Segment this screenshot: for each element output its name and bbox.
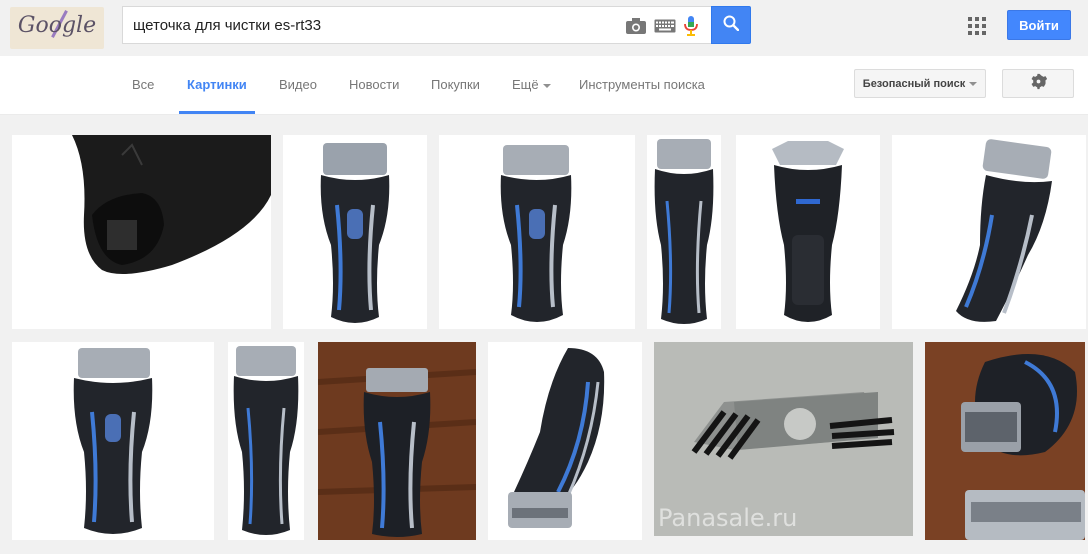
logo-lettering: Google — [17, 13, 97, 38]
image-result[interactable] — [228, 342, 304, 540]
tab-search-tools[interactable]: Инструменты поиска — [579, 77, 705, 92]
camera-icon[interactable] — [625, 17, 647, 35]
image-results-grid: Panasale.ru — [0, 116, 1088, 554]
image-result[interactable] — [12, 135, 271, 329]
tab-all[interactable]: Все — [132, 77, 154, 92]
tab-shopping[interactable]: Покупки — [431, 77, 480, 92]
search-tabs-bar: Все Картинки Видео Новости Покупки Ещё И… — [0, 56, 1088, 115]
microphone-icon[interactable] — [683, 15, 699, 37]
apps-grid-icon[interactable] — [967, 16, 987, 36]
search-query[interactable]: щеточка для чистки es-rt33 — [133, 17, 321, 34]
login-button[interactable]: Войти — [1007, 10, 1071, 40]
image-watermark: Panasale.ru — [658, 504, 798, 532]
chevron-down-icon — [542, 83, 551, 88]
tab-images[interactable]: Картинки — [187, 77, 247, 92]
keyboard-icon[interactable] — [654, 19, 676, 33]
image-result[interactable] — [318, 342, 476, 540]
image-result[interactable]: Panasale.ru — [654, 342, 913, 536]
image-result[interactable] — [925, 342, 1085, 540]
search-button[interactable] — [711, 6, 751, 44]
safe-search-label: Безопасный поиск — [862, 77, 966, 90]
image-result[interactable] — [488, 342, 642, 540]
safe-search-dropdown[interactable]: Безопасный поиск — [854, 69, 986, 98]
image-result[interactable] — [647, 135, 721, 329]
tab-more[interactable]: Ещё — [512, 77, 551, 92]
search-input[interactable]: щеточка для чистки es-rt33 — [122, 6, 711, 44]
tab-more-label: Ещё — [512, 77, 539, 92]
chevron-down-icon — [969, 81, 978, 86]
image-result[interactable] — [736, 135, 880, 329]
gear-icon — [1030, 73, 1047, 95]
image-result[interactable] — [892, 135, 1086, 329]
tab-news[interactable]: Новости — [349, 77, 399, 92]
tab-video[interactable]: Видео — [279, 77, 317, 92]
search-icon — [723, 15, 740, 36]
settings-button[interactable] — [1002, 69, 1074, 98]
image-result[interactable] — [283, 135, 427, 329]
top-bar: Google щеточка для чистки es-rt33 Войти — [0, 0, 1088, 56]
active-tab-indicator — [179, 111, 255, 114]
image-result[interactable] — [12, 342, 214, 540]
image-result[interactable] — [439, 135, 635, 329]
google-doodle-logo[interactable]: Google — [10, 7, 104, 49]
